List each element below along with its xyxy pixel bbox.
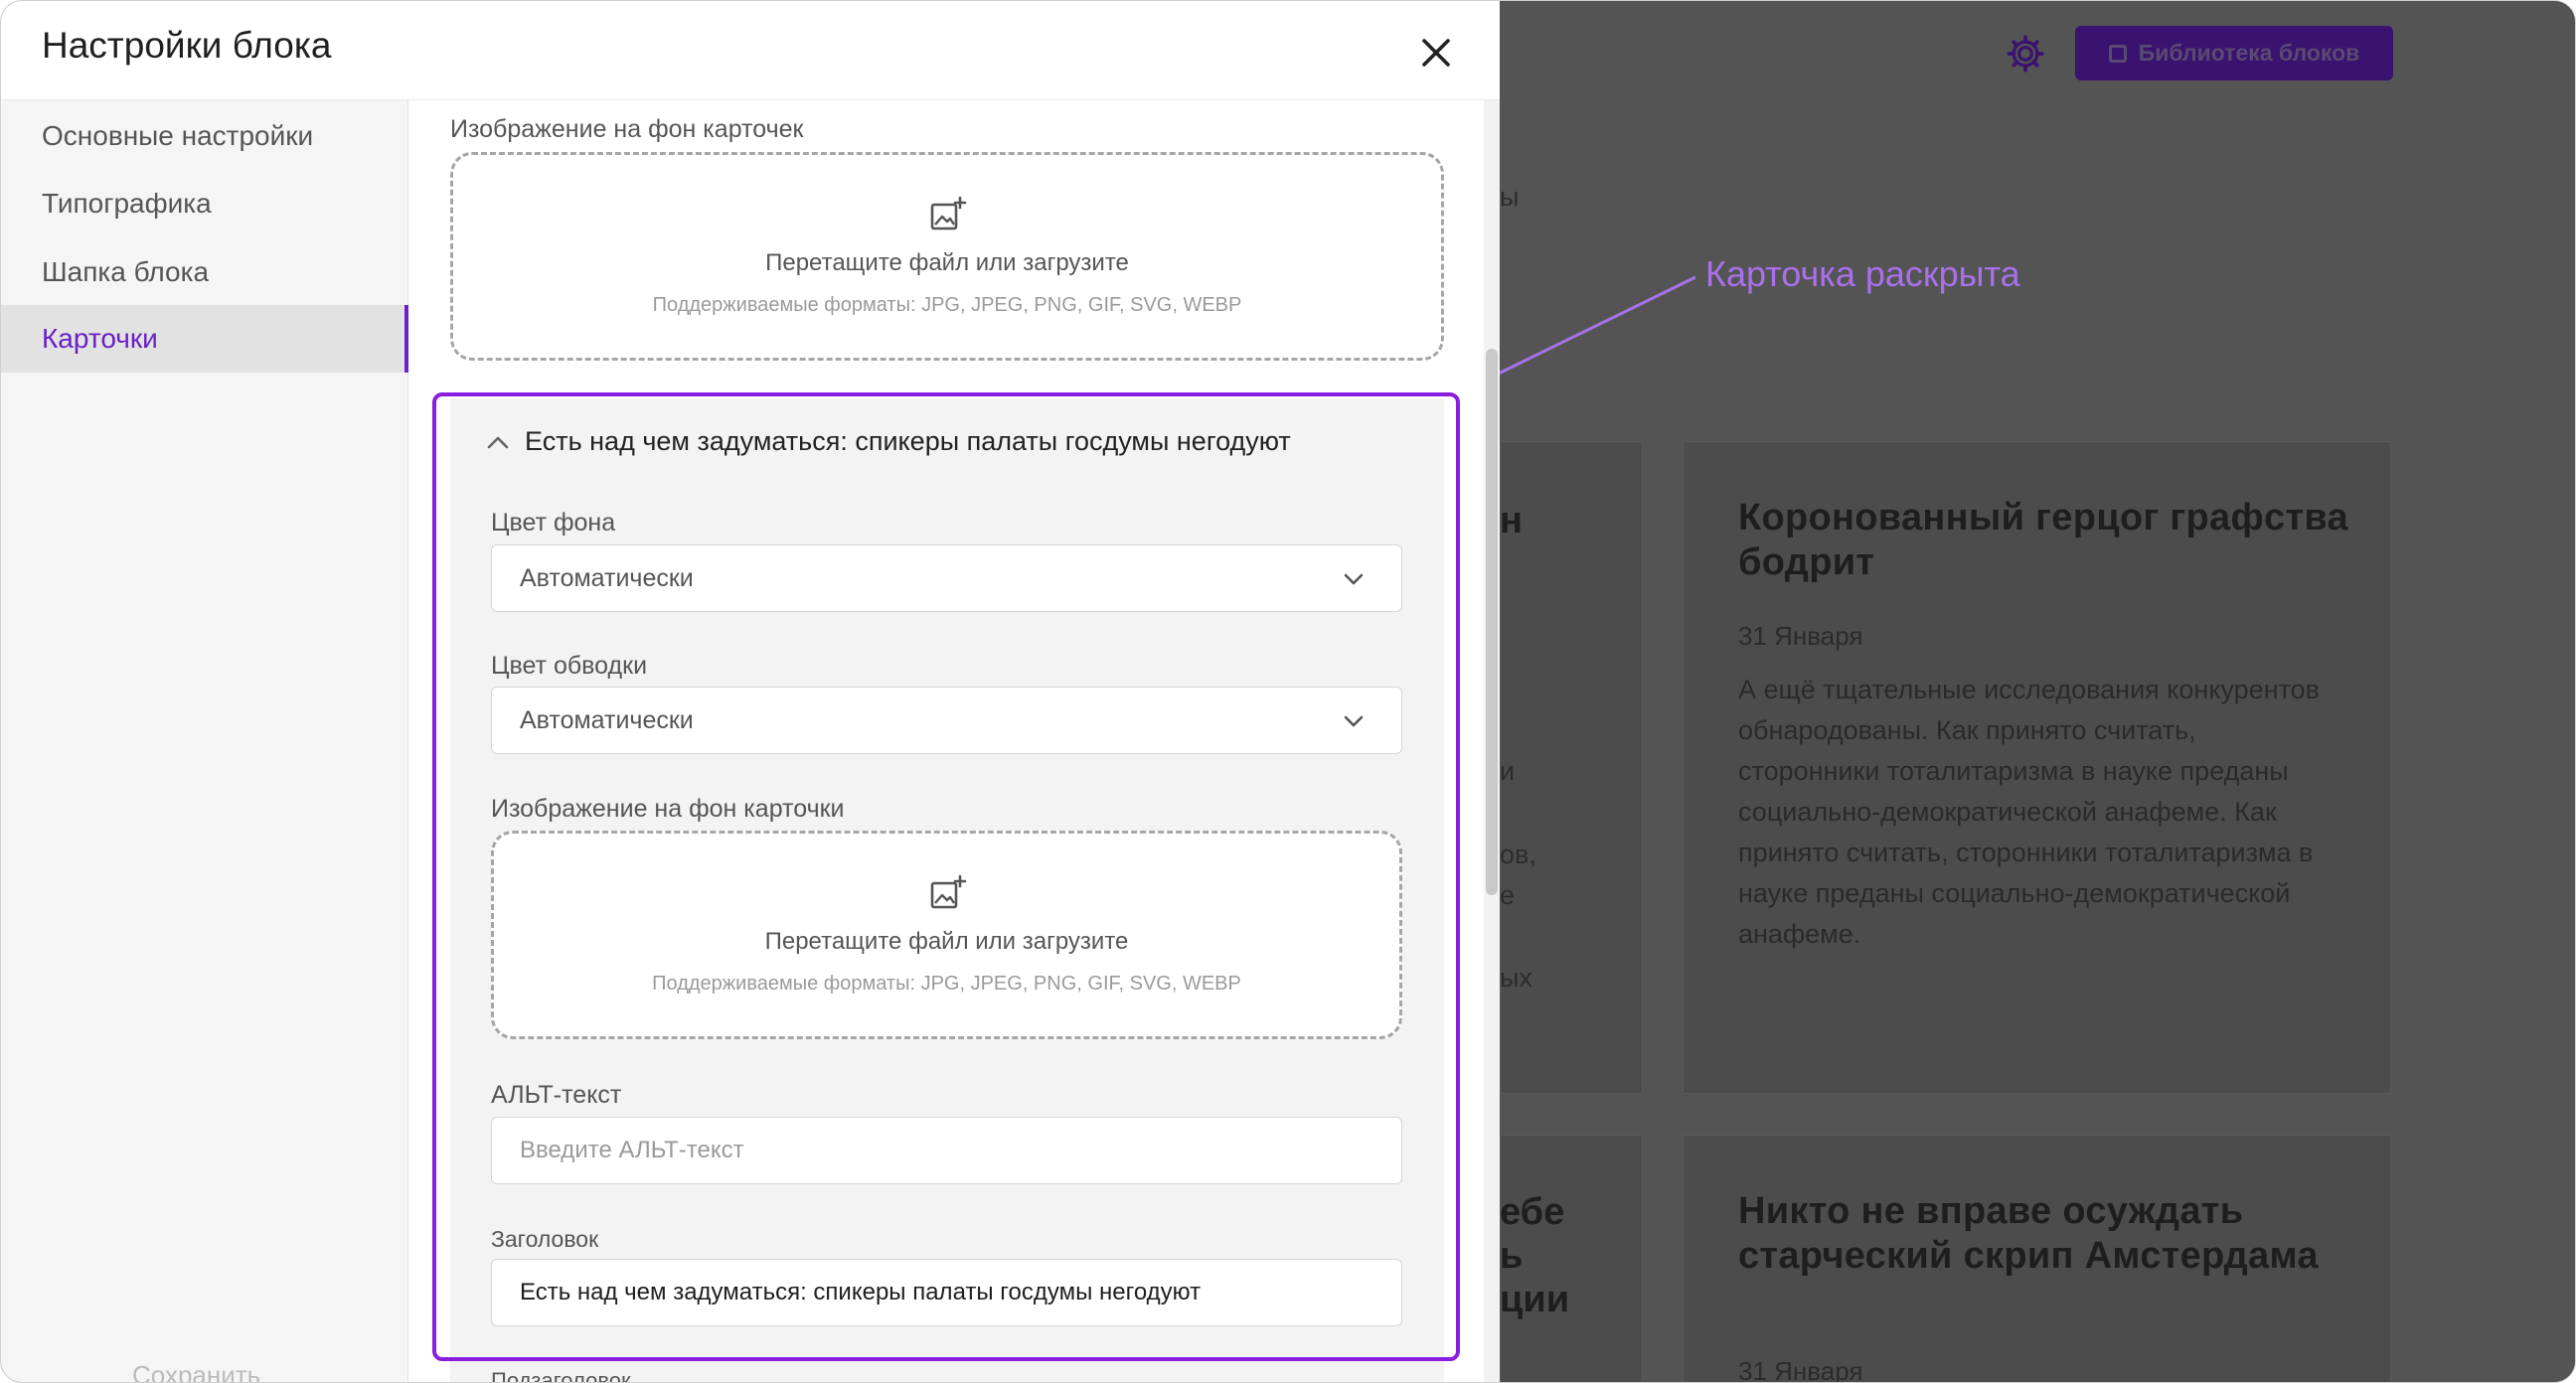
bg-text-fragment: н [1500, 500, 1523, 541]
bg-card-text: А ещё тщательные исследования конкуренто… [1738, 675, 2321, 949]
sidebar-item-typography[interactable]: Типографика [1, 170, 408, 237]
chevron-down-icon [1344, 573, 1364, 585]
modal-title: Настройки блока [42, 25, 332, 66]
subheading-label: Подзаголовок [491, 1368, 631, 1383]
bg-text-fragment: ы [1500, 182, 1520, 212]
add-image-icon [930, 874, 966, 909]
bg-text-fragment: е [1500, 880, 1516, 910]
heading-input[interactable] [491, 1259, 1402, 1326]
border-color-select[interactable]: Автоматически [491, 687, 1402, 754]
bg-color-label: Цвет фона [491, 509, 616, 537]
border-color-label: Цвет обводки [491, 652, 648, 680]
app-window: Библиотека блоков ы н и ов, е ых Коронов… [0, 0, 2576, 1383]
bg-text-fragment: ции [1500, 1279, 1570, 1320]
bg-color-select[interactable]: Автоматически [491, 544, 1402, 612]
border-color-value: Автоматически [520, 706, 694, 734]
bg-text-fragment: и [1500, 756, 1516, 786]
bg-card-title: Коронованный герцог графства бодрит [1738, 497, 2348, 583]
alt-text-input[interactable] [491, 1117, 1402, 1184]
annotation-label: Карточка раскрыта [1705, 253, 2020, 294]
dropzone-text: Перетащите файл или загрузите [765, 249, 1129, 276]
sidebar-item-main-settings[interactable]: Основные настройки [1, 102, 408, 170]
cards-bg-image-label: Изображение на фон карточек [450, 115, 804, 143]
chevron-down-icon [1344, 715, 1364, 727]
settings-sidebar: Основные настройки Типографика Шапка бло… [1, 100, 408, 1382]
bg-color-value: Автоматически [520, 564, 694, 592]
block-settings-modal: Настройки блока Основные настройки Типог… [1, 1, 1500, 1383]
card-image-label: Изображение на фон карточки [491, 795, 845, 823]
save-button[interactable]: Сохранить [132, 1360, 260, 1382]
add-image-icon [930, 196, 967, 230]
dropzone-text: Перетащите файл или загрузите [764, 928, 1129, 955]
bg-card-date: 31 Января [1738, 1356, 1863, 1383]
background-page: Библиотека блоков ы н и ов, е ых Коронов… [1500, 1, 2575, 1382]
dropzone-formats: Поддерживаемые форматы: JPG, JPEG, PNG, … [652, 294, 1242, 316]
bg-text-fragment: ов, [1500, 840, 1536, 869]
block-library-label: Библиотека блоков [2138, 40, 2360, 66]
sidebar-item-cards[interactable]: Карточки [1, 305, 408, 373]
block-library-button[interactable]: Библиотека блоков [2075, 26, 2393, 80]
bg-text-fragment: ебе [1500, 1191, 1565, 1233]
chevron-up-icon[interactable] [485, 432, 511, 452]
heading-label: Заголовок [491, 1226, 599, 1252]
card-title-header[interactable]: Есть над чем задуматься: спикеры палаты … [525, 426, 1291, 457]
bg-card-date: 31 Января [1738, 621, 1863, 651]
gear-icon[interactable] [2007, 35, 2044, 73]
scrollbar-thumb[interactable] [1486, 349, 1498, 895]
image-icon [2108, 44, 2127, 63]
bg-text-fragment: ых [1500, 963, 1532, 993]
modal-header: Настройки блока [1, 1, 1500, 100]
card-image-dropzone[interactable]: Перетащите файл или загрузите Поддержива… [491, 831, 1402, 1039]
alt-text-label: АЛЬТ-текст [491, 1081, 622, 1109]
dropzone-formats: Поддерживаемые форматы: JPG, JPEG, PNG, … [652, 973, 1241, 995]
bg-card-title: Никто не вправе осуждать старческий скри… [1738, 1190, 2319, 1277]
cards-bg-image-dropzone[interactable]: Перетащите файл или загрузите Поддержива… [450, 152, 1444, 361]
bg-text-fragment: ь [1500, 1235, 1524, 1277]
sidebar-item-block-header[interactable]: Шапка блока [1, 238, 408, 306]
close-icon[interactable] [1410, 27, 1462, 78]
